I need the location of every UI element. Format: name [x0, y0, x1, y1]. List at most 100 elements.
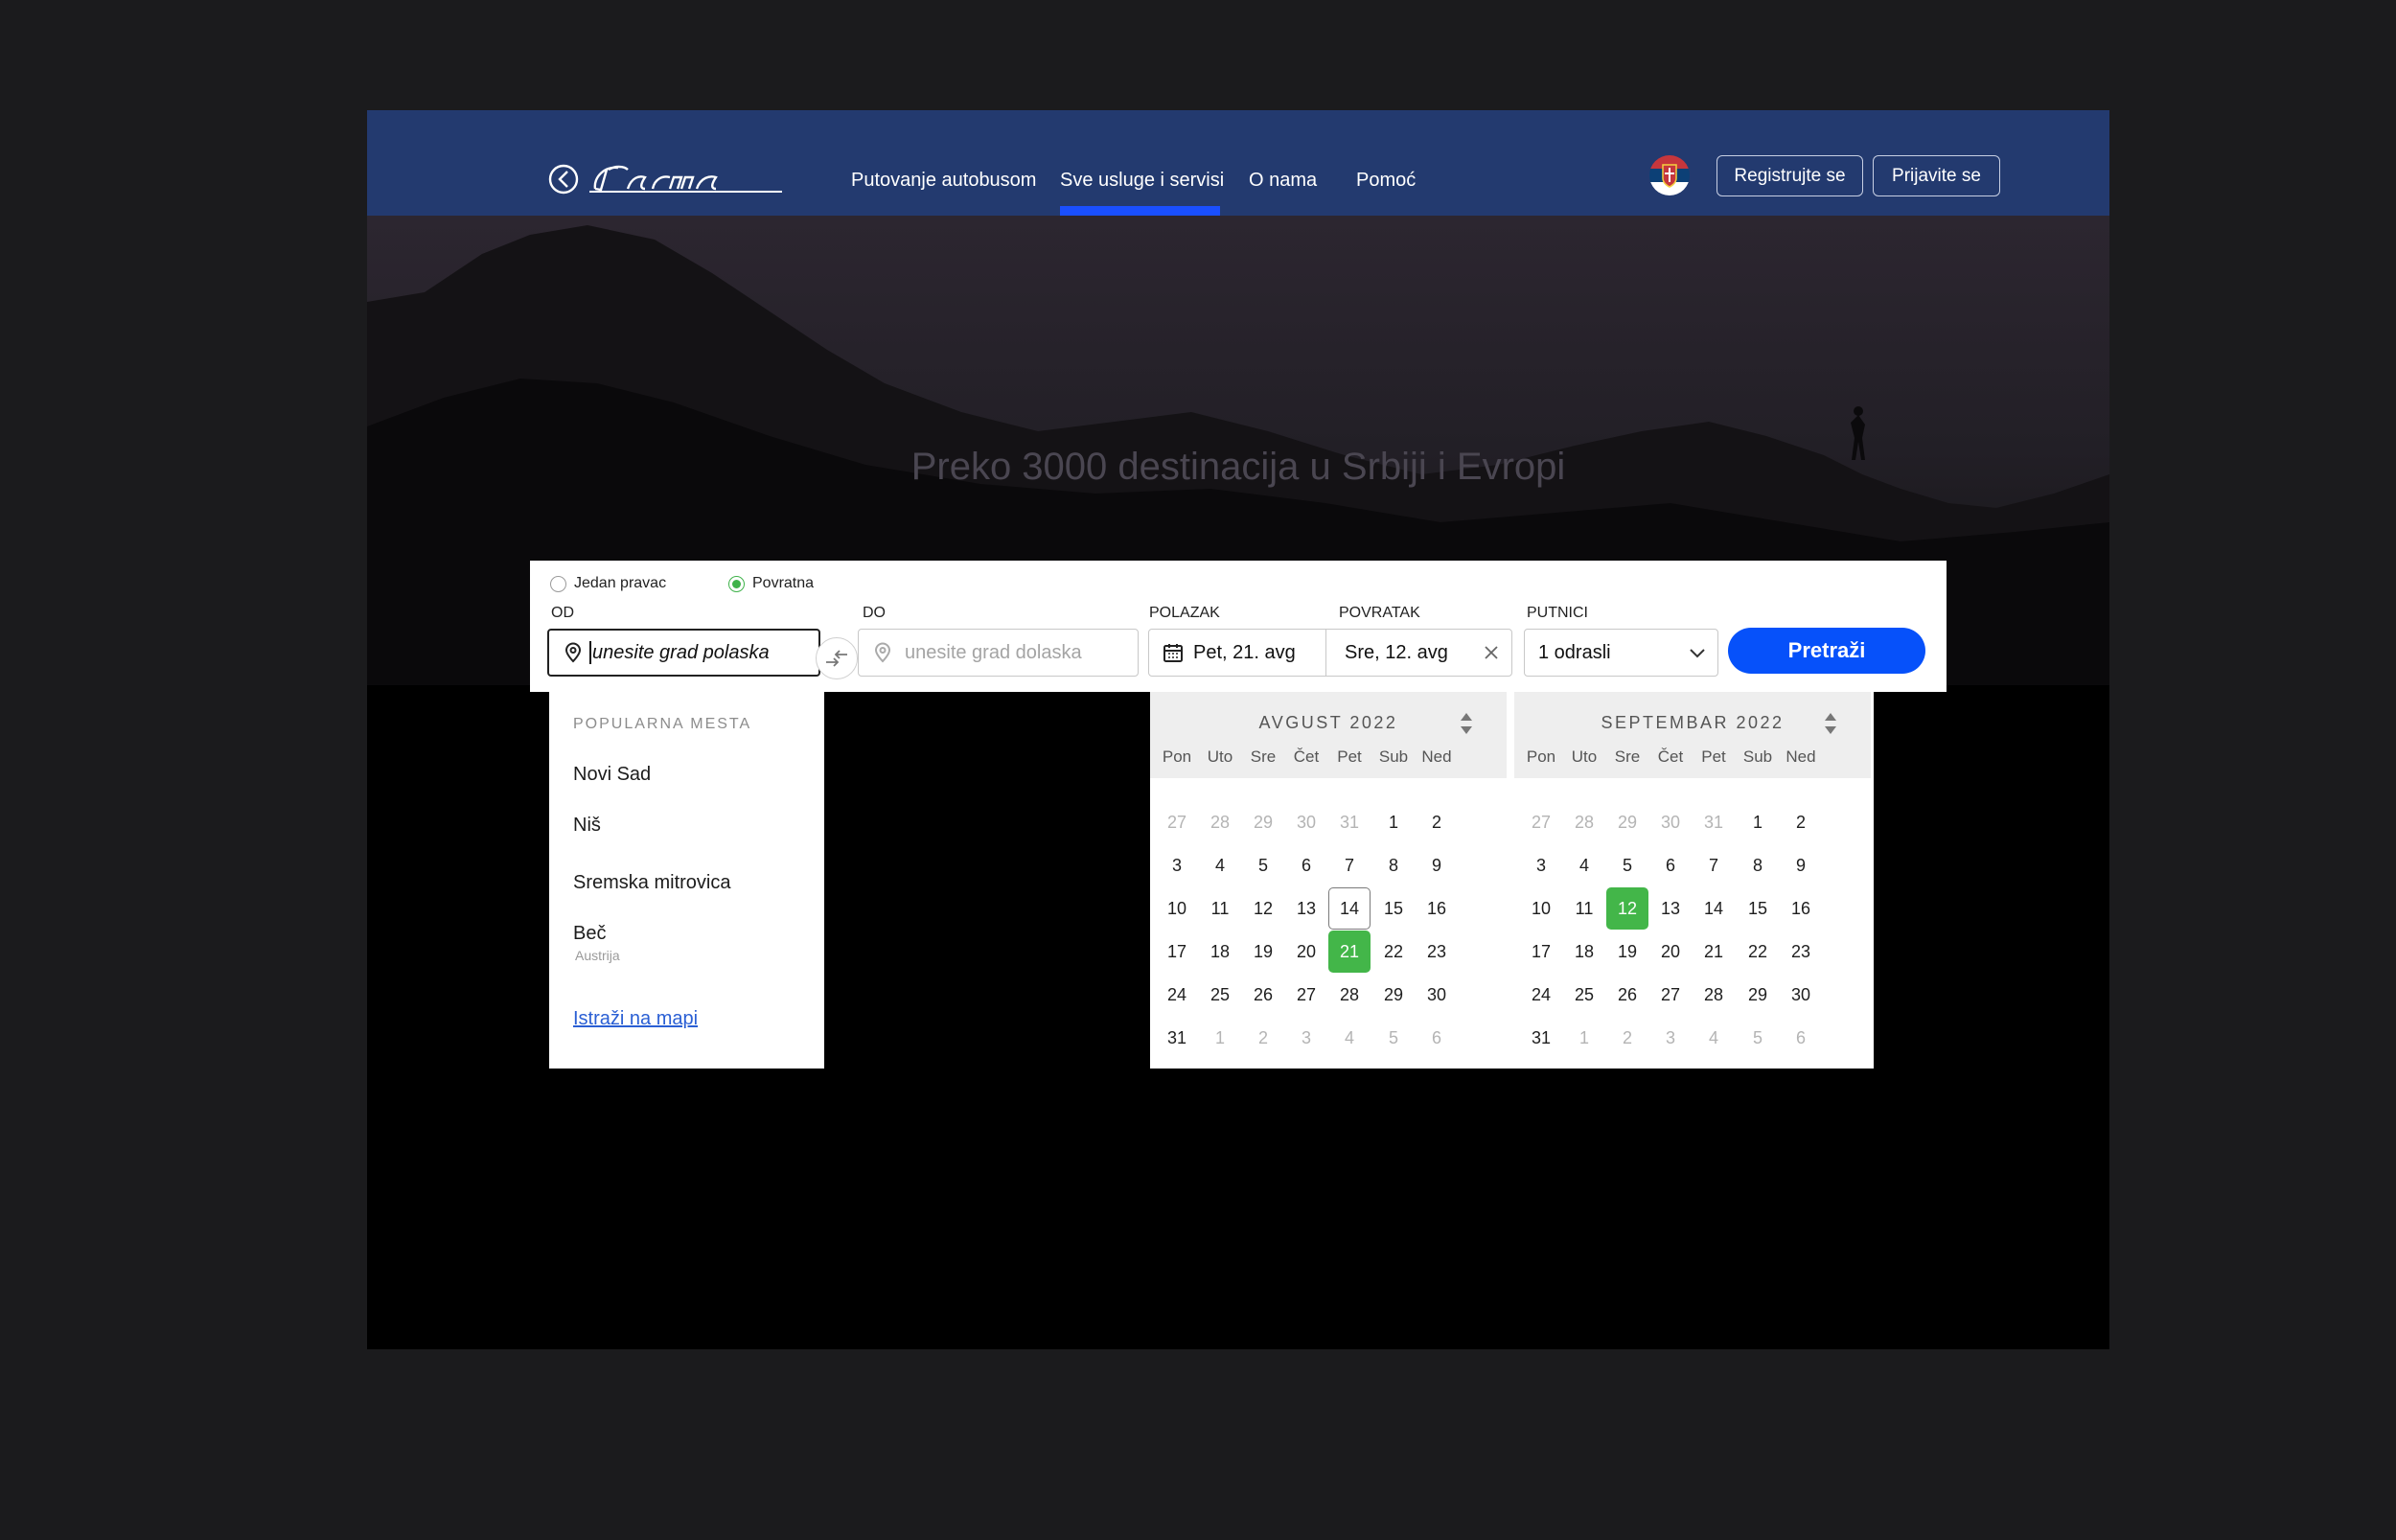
calendar-day[interactable]: 29 [1737, 974, 1779, 1016]
calendar-day[interactable]: 27 [1285, 974, 1327, 1016]
calendar-day[interactable]: 3 [1520, 844, 1562, 886]
login-button[interactable]: Prijavite se [1873, 155, 2000, 196]
search-button[interactable]: Pretraži [1728, 628, 1925, 674]
calendar-day[interactable]: 28 [1563, 801, 1605, 843]
calendar-day[interactable]: 19 [1606, 931, 1648, 973]
nav-item-bus-travel[interactable]: Putovanje autobusom [851, 170, 1036, 192]
calendar-day[interactable]: 4 [1199, 844, 1241, 886]
calendar-day[interactable]: 29 [1372, 974, 1415, 1016]
calendar-day[interactable]: 8 [1372, 844, 1415, 886]
calendar-day[interactable]: 2 [1242, 1017, 1284, 1059]
trip-type-one-way[interactable]: Jedan pravac [550, 575, 666, 592]
calendar-day[interactable]: 10 [1156, 887, 1198, 930]
clear-date-icon[interactable] [1483, 644, 1500, 661]
calendar-day[interactable]: 29 [1242, 801, 1284, 843]
calendar-day-selected[interactable]: 21 [1328, 931, 1371, 973]
calendar-day[interactable]: 22 [1737, 931, 1779, 973]
nav-item-about[interactable]: O nama [1249, 170, 1317, 192]
nav-item-help[interactable]: Pomoć [1356, 170, 1416, 192]
calendar-day[interactable]: 27 [1649, 974, 1692, 1016]
radio-button-icon[interactable] [550, 575, 566, 592]
calendar-day[interactable]: 16 [1416, 887, 1458, 930]
calendar-day[interactable]: 22 [1372, 931, 1415, 973]
calendar-day[interactable]: 7 [1693, 844, 1735, 886]
popular-city-item[interactable]: Beč [573, 923, 606, 945]
calendar-day[interactable]: 5 [1737, 1017, 1779, 1059]
calendar-day[interactable]: 28 [1693, 974, 1735, 1016]
calendar-day[interactable]: 7 [1328, 844, 1371, 886]
swap-cities-button[interactable] [816, 637, 858, 679]
calendar-day[interactable]: 31 [1156, 1017, 1198, 1059]
calendar-day[interactable]: 6 [1285, 844, 1327, 886]
calendar-day[interactable]: 3 [1649, 1017, 1692, 1059]
calendar-day[interactable]: 2 [1416, 801, 1458, 843]
calendar-day[interactable]: 19 [1242, 931, 1284, 973]
calendar-day[interactable]: 3 [1285, 1017, 1327, 1059]
calendar-day[interactable]: 29 [1606, 801, 1648, 843]
calendar-day[interactable]: 23 [1780, 931, 1822, 973]
calendar-day[interactable]: 6 [1649, 844, 1692, 886]
calendar-day[interactable]: 4 [1563, 844, 1605, 886]
calendar-day[interactable]: 6 [1416, 1017, 1458, 1059]
calendar-day[interactable]: 13 [1649, 887, 1692, 930]
month-switch-arrows-icon[interactable] [1459, 711, 1474, 736]
to-city-input[interactable]: unesite grad dolaska [858, 629, 1139, 677]
from-city-input[interactable]: unesite grad polaska [547, 629, 820, 677]
calendar-day[interactable]: 1 [1563, 1017, 1605, 1059]
calendar-day[interactable]: 3 [1156, 844, 1198, 886]
calendar-day[interactable]: 25 [1563, 974, 1605, 1016]
calendar-day[interactable]: 4 [1328, 1017, 1371, 1059]
brand-logo[interactable] [547, 160, 787, 198]
calendar-day[interactable]: 18 [1199, 931, 1241, 973]
calendar-day-selected[interactable]: 12 [1606, 887, 1648, 930]
popular-city-item[interactable]: Sremska mitrovica [573, 872, 730, 894]
calendar-day[interactable]: 23 [1416, 931, 1458, 973]
calendar-day[interactable]: 28 [1328, 974, 1371, 1016]
calendar-day[interactable]: 11 [1563, 887, 1605, 930]
calendar-day[interactable]: 26 [1606, 974, 1648, 1016]
calendar-day[interactable]: 31 [1693, 801, 1735, 843]
date-range-input[interactable]: Pet, 21. avg Sre, 12. avg [1148, 629, 1512, 677]
calendar-day[interactable]: 18 [1563, 931, 1605, 973]
calendar-day[interactable]: 27 [1520, 801, 1562, 843]
calendar-day[interactable]: 5 [1242, 844, 1284, 886]
calendar-day[interactable]: 5 [1606, 844, 1648, 886]
calendar-day[interactable]: 30 [1649, 801, 1692, 843]
calendar-day[interactable]: 1 [1372, 801, 1415, 843]
calendar-day[interactable]: 6 [1780, 1017, 1822, 1059]
calendar-day[interactable]: 26 [1242, 974, 1284, 1016]
calendar-day[interactable]: 12 [1242, 887, 1284, 930]
calendar-day[interactable]: 24 [1520, 974, 1562, 1016]
calendar-day[interactable]: 24 [1156, 974, 1198, 1016]
explore-map-link[interactable]: Istraži na mapi [573, 1008, 698, 1030]
passengers-select[interactable]: 1 odrasli [1524, 629, 1718, 677]
calendar-day[interactable]: 30 [1416, 974, 1458, 1016]
calendar-day[interactable]: 15 [1372, 887, 1415, 930]
calendar-day[interactable]: 30 [1285, 801, 1327, 843]
register-button[interactable]: Registrujte se [1716, 155, 1863, 196]
popular-city-item[interactable]: Novi Sad [573, 764, 651, 786]
calendar-day[interactable]: 25 [1199, 974, 1241, 1016]
departure-date-value[interactable]: Pet, 21. avg [1193, 642, 1296, 664]
radio-button-selected-icon[interactable] [728, 575, 745, 592]
calendar-day[interactable]: 9 [1416, 844, 1458, 886]
calendar-day[interactable]: 10 [1520, 887, 1562, 930]
popular-city-item[interactable]: Niš [573, 815, 601, 837]
calendar-day[interactable]: 21 [1693, 931, 1735, 973]
calendar-day[interactable]: 2 [1606, 1017, 1648, 1059]
calendar-day[interactable]: 17 [1156, 931, 1198, 973]
calendar-day[interactable]: 1 [1737, 801, 1779, 843]
calendar-day[interactable]: 17 [1520, 931, 1562, 973]
calendar-day[interactable]: 9 [1780, 844, 1822, 886]
trip-type-return[interactable]: Povratna [728, 575, 814, 592]
calendar-day[interactable]: 11 [1199, 887, 1241, 930]
calendar-day[interactable]: 16 [1780, 887, 1822, 930]
calendar-day[interactable]: 4 [1693, 1017, 1735, 1059]
calendar-day[interactable]: 30 [1780, 974, 1822, 1016]
calendar-day[interactable]: 27 [1156, 801, 1198, 843]
calendar-day[interactable]: 1 [1199, 1017, 1241, 1059]
return-date-value[interactable]: Sre, 12. avg [1345, 642, 1448, 664]
month-switch-arrows-icon[interactable] [1823, 711, 1838, 736]
calendar-day[interactable]: 20 [1649, 931, 1692, 973]
calendar-day[interactable]: 20 [1285, 931, 1327, 973]
